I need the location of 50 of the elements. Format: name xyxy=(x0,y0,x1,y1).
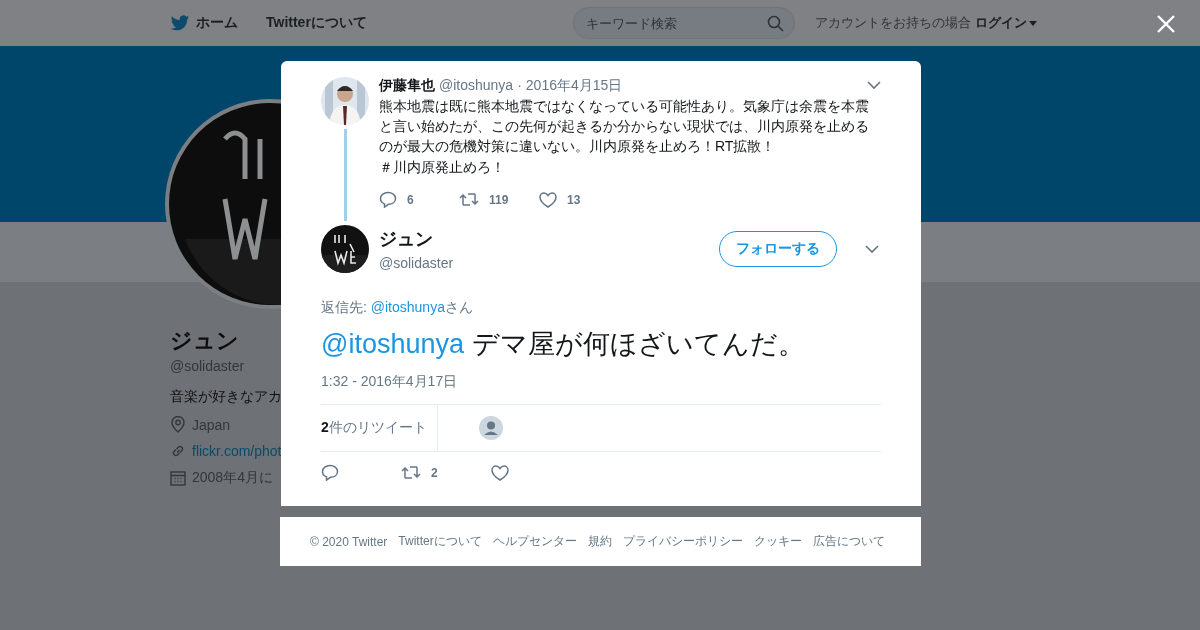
heart-icon[interactable] xyxy=(491,464,509,481)
reply-icon[interactable] xyxy=(379,191,397,208)
search-icon[interactable] xyxy=(766,15,784,32)
retweet-count: 119 xyxy=(489,192,509,207)
retweet-stat[interactable]: 2件のリツイート xyxy=(321,419,427,437)
separator-dot: · xyxy=(517,77,522,93)
reply-count: 6 xyxy=(407,192,414,207)
like-count: 13 xyxy=(567,192,581,207)
reply-icon[interactable] xyxy=(321,464,339,481)
footer-link[interactable]: 規約 xyxy=(587,533,612,550)
footer-link[interactable]: クッキー xyxy=(753,533,802,550)
footer-link[interactable]: 広告について xyxy=(812,533,885,550)
chevron-icon[interactable] xyxy=(865,244,879,254)
heart-icon[interactable] xyxy=(539,191,557,208)
author-name[interactable]: ジュン xyxy=(379,227,454,251)
author-handle[interactable]: @itoshunya xyxy=(439,77,514,93)
location-pin-icon xyxy=(170,416,186,433)
login-prompt: アカウントをお持ちの場合 xyxy=(814,14,971,32)
mention-link[interactable]: @itoshunya xyxy=(321,329,464,359)
retweet-icon[interactable] xyxy=(459,192,479,207)
calendar-icon xyxy=(170,470,186,486)
nav-link[interactable]: ホーム xyxy=(170,14,238,32)
footer-link[interactable]: プライバシーポリシー xyxy=(622,533,743,550)
close-icon[interactable] xyxy=(1156,14,1176,34)
footer-link[interactable]: Twitterについて xyxy=(398,533,482,550)
copyright-text: © 2020 Twitter xyxy=(310,534,388,549)
user-avatar-icon[interactable] xyxy=(479,416,503,440)
author-name[interactable]: 伊藤隼也 xyxy=(379,77,435,95)
profile-handle: @solidaster xyxy=(170,358,246,374)
bird-icon xyxy=(170,14,190,32)
reply-to-text: 返信先: @itoshunyaさん xyxy=(321,299,474,317)
link-icon xyxy=(170,443,186,459)
caret-icon xyxy=(1028,20,1037,26)
profile-bio: 音楽が好きなアカ xyxy=(170,388,282,406)
chevron-icon[interactable] xyxy=(867,81,881,90)
footer-link[interactable]: ヘルプセンター xyxy=(492,533,577,550)
profile-name: ジュン xyxy=(170,327,240,355)
nav-link[interactable]: Twitterについて xyxy=(266,14,367,32)
tweet-date[interactable]: 2016年4月15日 xyxy=(525,77,623,95)
retweet-icon[interactable] xyxy=(401,465,421,480)
follow-button[interactable]: フォローする xyxy=(719,231,837,267)
profile-location: Japan xyxy=(192,416,231,433)
hashtag-link[interactable]: ＃川内原発止めろ！ xyxy=(379,157,881,177)
tweet-text: 熊本地震は既に熊本地震ではなくなっている可能性あり。気象庁は余震を本震と言い始めたが、この先何が起きるか分からない現状では、川内原発を止めるのが最大の危機対策に違いない。川内原発を止めろ！RT拡散！ xyxy=(379,97,870,156)
tweet-text: @itoshunya デマ屋が何ほざいてんだ。 xyxy=(321,328,806,361)
tweet-timestamp: 1:32 - 2016年4月17日 xyxy=(321,373,459,391)
mention-link[interactable]: @itoshunya xyxy=(370,299,445,315)
retweet-count: 2 xyxy=(431,465,438,480)
author-handle[interactable]: @solidaster xyxy=(379,255,454,271)
login-link[interactable]: ログイン xyxy=(974,14,1037,32)
